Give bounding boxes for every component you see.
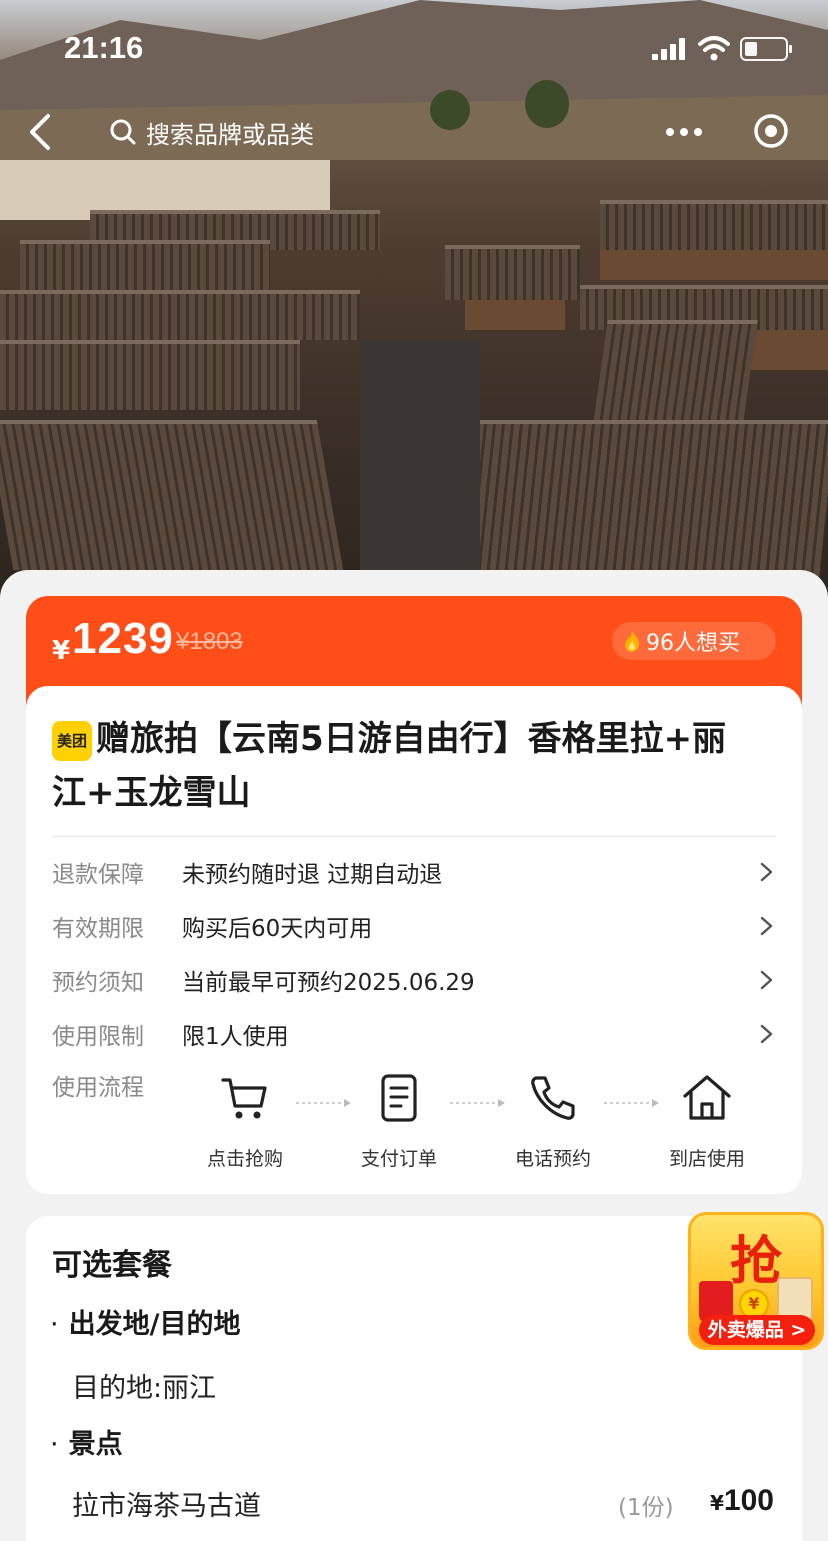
usage-flow-label: 使用流程 xyxy=(52,1075,144,1101)
row-value: 未预约随时退 过期自动退 xyxy=(182,862,443,888)
price-currency: ¥ xyxy=(52,636,71,666)
attraction-name[interactable]: 拉市海茶马古道 xyxy=(72,1484,261,1523)
attractions-heading: 景点 xyxy=(50,1422,123,1461)
cart-icon xyxy=(221,1078,267,1119)
row-value: 限1人使用 xyxy=(182,1024,289,1050)
search-icon xyxy=(110,119,136,145)
search-bar[interactable]: 搜索品牌或品类 xyxy=(108,110,314,154)
cellular-signal-icon xyxy=(652,38,688,60)
attraction-price: ¥100 xyxy=(710,1484,774,1518)
hero-image: 21:16 搜索品牌或品类 xyxy=(0,0,828,610)
flow-step-label: 电话预约 xyxy=(514,1148,591,1170)
want-count-text: 96人想买 xyxy=(646,631,740,656)
battery-icon xyxy=(740,37,792,61)
flow-step-visit: 到店使用 xyxy=(652,1072,762,1171)
flow-step-label: 点击抢购 xyxy=(206,1148,283,1170)
original-price: ¥1803 xyxy=(176,628,243,655)
price-value: 100 xyxy=(723,1484,774,1517)
refund-policy-row[interactable]: 退款保障 未预约随时退 过期自动退 xyxy=(52,852,776,892)
flow-step-call: 电话预约 xyxy=(498,1072,608,1171)
product-title: 美团 赠旅拍【云南5日游自由行】香格里拉+丽江+玉龙雪山 xyxy=(52,712,752,820)
flow-step-label: 到店使用 xyxy=(668,1148,745,1170)
more-dots-icon[interactable] xyxy=(660,114,710,150)
chevron-right-icon xyxy=(760,862,773,882)
promo-tag: 外卖爆品 > xyxy=(699,1315,815,1345)
want-count-badge: 96人想买 xyxy=(612,622,776,660)
home-icon xyxy=(683,1075,731,1120)
phone-icon xyxy=(531,1076,575,1120)
row-key: 有效期限 xyxy=(52,916,144,942)
status-time: 21:16 xyxy=(64,30,144,65)
chevron-right-icon xyxy=(760,970,773,990)
receipt-icon xyxy=(381,1074,417,1122)
package-options-card: 可选套餐 出发地/目的地 目的地:丽江 景点 拉市海茶马古道 (1份) ¥100 xyxy=(26,1216,802,1541)
wifi-icon xyxy=(698,36,730,61)
flow-step-label: 支付订单 xyxy=(360,1148,437,1170)
usage-limit-row[interactable]: 使用限制 限1人使用 xyxy=(52,1014,776,1054)
flow-step-pay: 支付订单 xyxy=(344,1072,454,1171)
flow-step-purchase: 点击抢购 xyxy=(190,1072,300,1171)
package-section-title: 可选套餐 xyxy=(52,1248,172,1283)
price-currency: ¥ xyxy=(710,1491,724,1515)
target-icon[interactable] xyxy=(752,112,790,150)
divider xyxy=(52,836,776,837)
chevron-right-icon xyxy=(760,916,773,936)
row-key: 退款保障 xyxy=(52,862,144,888)
top-nav: 搜索品牌或品类 xyxy=(0,100,828,164)
takeout-promo-widget[interactable]: 抢 ¥ 外卖爆品 > xyxy=(688,1212,824,1350)
product-info-card: 美团 赠旅拍【云南5日游自由行】香格里拉+丽江+玉龙雪山 退款保障 未预约随时退 … xyxy=(26,686,802,1194)
attraction-quantity: (1份) xyxy=(618,1495,674,1521)
current-price: 1239 xyxy=(72,614,174,663)
product-title-text: 赠旅拍【云南5日游自由行】香格里拉+丽江+玉龙雪山 xyxy=(52,719,727,813)
row-key: 预约须知 xyxy=(52,970,144,996)
flame-icon xyxy=(625,630,640,652)
origin-destination-heading: 出发地/目的地 xyxy=(50,1302,241,1341)
chevron-right-icon xyxy=(760,1024,773,1044)
booking-notice-row[interactable]: 预约须知 当前最早可预约2025.06.29 xyxy=(52,960,776,1000)
search-placeholder: 搜索品牌或品类 xyxy=(146,120,314,149)
back-arrow-icon[interactable] xyxy=(22,110,62,154)
validity-row[interactable]: 有效期限 购买后60天内可用 xyxy=(52,906,776,946)
status-bar: 21:16 xyxy=(0,0,828,100)
row-key: 使用限制 xyxy=(52,1024,144,1050)
meituan-logo-icon: 美团 xyxy=(52,721,92,761)
row-value: 购买后60天内可用 xyxy=(182,916,373,942)
row-value: 当前最早可预约2025.06.29 xyxy=(182,970,475,996)
destination-text: 目的地:丽江 xyxy=(72,1373,217,1404)
